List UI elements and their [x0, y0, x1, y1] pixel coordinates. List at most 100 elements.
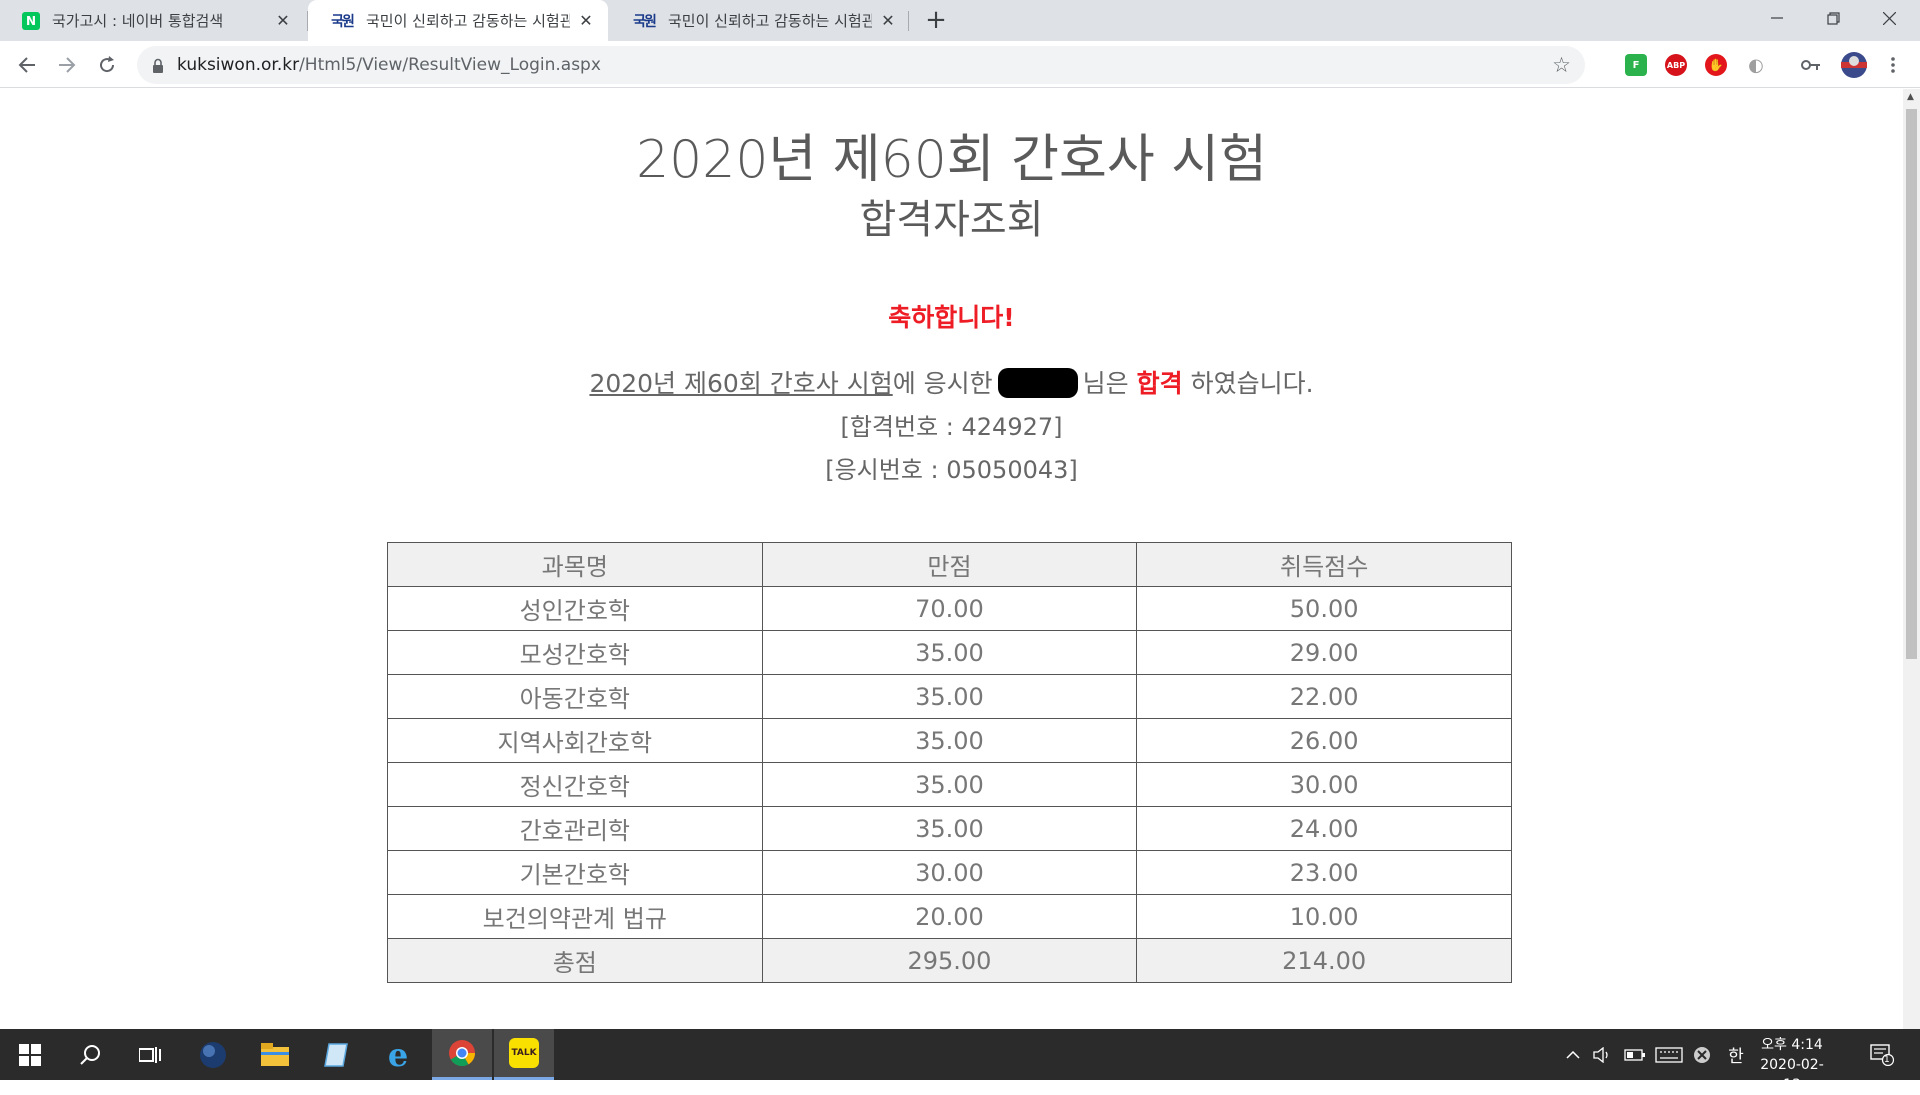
- obtained-score-cell: 22.00: [1136, 674, 1512, 719]
- close-icon[interactable]: ✕: [878, 11, 898, 31]
- score-table: 과목명 만점 취득점수 성인간호학 70.00 50.00 모성간호학 35.0…: [387, 542, 1512, 983]
- restore-button[interactable]: [1805, 0, 1861, 36]
- tab-separator: [908, 11, 909, 31]
- max-score-cell: 35.00: [761, 630, 1138, 675]
- taskbar-kakaotalk[interactable]: TALK: [494, 1029, 554, 1080]
- tab-kuksiwon-active[interactable]: 국원 국민이 신뢰하고 감동하는 시험관 ✕: [308, 0, 608, 41]
- total-row: 총점 295.00 214.00: [387, 938, 1512, 983]
- system-clock[interactable]: 오후 4:14 2020-02-13: [1752, 1035, 1832, 1095]
- action-center-button[interactable]: 1: [1862, 1029, 1902, 1080]
- keyboard-button[interactable]: [1652, 1029, 1686, 1080]
- chrome-icon: [449, 1040, 476, 1067]
- column-header-subject: 과목명: [387, 542, 763, 587]
- bookmark-star-icon[interactable]: ☆: [1552, 53, 1571, 77]
- obtained-score-cell: 50.00: [1136, 586, 1512, 631]
- adblock-plus-icon[interactable]: ABP: [1665, 54, 1687, 76]
- close-window-button[interactable]: [1861, 0, 1917, 36]
- subject-cell: 지역사회간호학: [387, 718, 763, 763]
- back-arrow-icon: [18, 57, 35, 73]
- table-row: 모성간호학 35.00 29.00: [387, 630, 1512, 675]
- clock-date: 2020-02-13: [1760, 1057, 1824, 1093]
- table-row: 성인간호학 70.00 50.00: [387, 586, 1512, 631]
- search-icon: [80, 1044, 100, 1065]
- keyboard-icon: [1655, 1046, 1683, 1063]
- close-icon[interactable]: ✕: [576, 11, 596, 31]
- notification-icon: [1870, 1043, 1894, 1066]
- subject-cell: 간호관리학: [387, 806, 763, 851]
- show-hidden-icons-button[interactable]: [1560, 1029, 1586, 1080]
- forward-button[interactable]: [51, 49, 83, 81]
- back-button[interactable]: [11, 49, 43, 81]
- table-row: 지역사회간호학 35.00 26.00: [387, 718, 1512, 763]
- avatar[interactable]: [1841, 52, 1867, 78]
- congrats-message: 축하합니다!: [888, 303, 1015, 332]
- chevron-up-icon: [1566, 1050, 1580, 1059]
- obtained-score-cell: 29.00: [1136, 630, 1512, 675]
- stop-icon[interactable]: ✋: [1705, 54, 1727, 76]
- kakaotalk-icon: TALK: [509, 1038, 539, 1068]
- max-score-cell: 35.00: [761, 806, 1138, 851]
- volume-button[interactable]: [1590, 1029, 1616, 1080]
- battery-icon: [1624, 1048, 1645, 1061]
- network-status-button[interactable]: [1688, 1029, 1716, 1080]
- taskbar-app-sphere[interactable]: [183, 1029, 243, 1080]
- taskbar-chrome[interactable]: [432, 1029, 492, 1080]
- table-header-row: 과목명 만점 취득점수: [387, 542, 1512, 587]
- menu-button[interactable]: [1877, 49, 1909, 81]
- task-view-button[interactable]: [120, 1029, 180, 1080]
- task-view-icon: [139, 1046, 161, 1063]
- ime-toggle[interactable]: 한: [1724, 1029, 1748, 1080]
- obtained-score-cell: 10.00: [1136, 894, 1512, 939]
- total-max-score-cell: 295.00: [761, 938, 1138, 983]
- new-tab-button[interactable]: +: [921, 5, 951, 35]
- lock-icon: [151, 57, 165, 73]
- tab-title: 국가고시 : 네이버 통합검색: [52, 12, 224, 30]
- clock-time: 오후 4:14: [1761, 1037, 1823, 1053]
- exam-title: 2020년 제60회 간호사 시험: [636, 130, 1267, 190]
- scrollbar-thumb[interactable]: [1906, 109, 1917, 659]
- taskbar-internet-explorer[interactable]: e: [368, 1029, 428, 1080]
- kuksiwon-icon: 국원: [331, 13, 355, 30]
- table-row: 정신간호학 35.00 30.00: [387, 762, 1512, 807]
- exam-number: [응시번호 : 05050043]: [825, 456, 1078, 484]
- no-connection-icon: [1694, 1046, 1710, 1063]
- battery-button[interactable]: [1620, 1029, 1650, 1080]
- address-bar[interactable]: kuksiwon.or.kr/Html5/View/ResultView_Log…: [137, 46, 1585, 84]
- tab-naver-search[interactable]: N 국가고시 : 네이버 통합검색 ✕: [0, 0, 305, 41]
- internet-explorer-icon: e: [387, 1035, 409, 1074]
- feedly-icon[interactable]: F: [1625, 54, 1647, 76]
- scroll-up-icon[interactable]: ▲: [1907, 92, 1914, 102]
- reload-button[interactable]: [91, 49, 123, 81]
- table-row: 간호관리학 35.00 24.00: [387, 806, 1512, 851]
- notification-count: 1: [1884, 1055, 1890, 1065]
- result-end-text: 하였습니다.: [1190, 369, 1314, 398]
- taskbar-file-explorer[interactable]: [245, 1029, 305, 1080]
- tab-title: 국민이 신뢰하고 감동하는 시험관: [668, 12, 872, 30]
- table-row: 보건의약관계 법규 20.00 10.00: [387, 894, 1512, 939]
- pass-number: [합격번호 : 424927]: [840, 413, 1063, 441]
- result-mid-text: 에 응시한: [892, 369, 993, 398]
- max-score-cell: 35.00: [761, 674, 1138, 719]
- extension-icon[interactable]: ◐: [1745, 54, 1767, 76]
- taskbar-notepad-app[interactable]: [306, 1029, 366, 1080]
- close-icon[interactable]: ✕: [273, 11, 293, 31]
- tab-strip: N 국가고시 : 네이버 통합검색 ✕ 국원 국민이 신뢰하고 감동하는 시험관…: [0, 0, 1920, 41]
- tab-kuksiwon[interactable]: 국원 국민이 신뢰하고 감동하는 시험관 ✕: [610, 0, 910, 41]
- key-icon[interactable]: [1800, 54, 1822, 76]
- minimize-icon: [1771, 17, 1783, 19]
- result-sentence: 2020년 제60회 간호사 시험에 응시한 님은 합격 하였습니다.: [0, 364, 1903, 400]
- subject-cell: 정신간호학: [387, 762, 763, 807]
- browser-toolbar: kuksiwon.or.kr/Html5/View/ResultView_Log…: [0, 41, 1920, 88]
- pass-label: 합격: [1136, 369, 1183, 398]
- result-exam-link: 2020년 제60회 간호사 시험: [589, 369, 893, 398]
- search-button[interactable]: [60, 1029, 120, 1080]
- start-button[interactable]: [0, 1029, 60, 1080]
- page-scrollbar[interactable]: ▲: [1903, 89, 1920, 1029]
- kuksiwon-icon: 국원: [633, 13, 657, 30]
- minimize-button[interactable]: [1749, 0, 1805, 36]
- total-label-cell: 총점: [387, 938, 763, 983]
- max-score-cell: 35.00: [761, 762, 1138, 807]
- column-header-obtained-score: 취득점수: [1136, 542, 1512, 587]
- more-vert-icon: [1891, 57, 1895, 73]
- page-subtitle: 합격자조회: [859, 197, 1044, 243]
